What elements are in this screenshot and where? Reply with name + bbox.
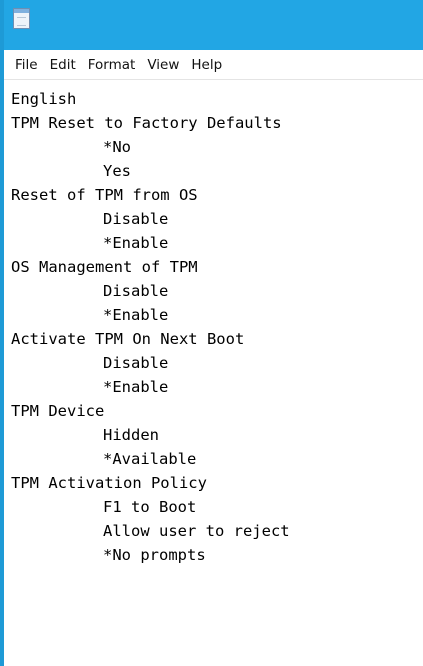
menu-format[interactable]: Format bbox=[82, 52, 142, 78]
option-line: Disable bbox=[103, 282, 169, 300]
option-line: Hidden bbox=[103, 426, 159, 444]
title-bar[interactable] bbox=[4, 0, 423, 50]
option-line: F1 to Boot bbox=[103, 498, 197, 516]
setting-line: TPM Activation Policy bbox=[11, 474, 207, 492]
setting-line: English bbox=[11, 90, 77, 108]
option-line: Allow user to reject bbox=[103, 522, 290, 540]
option-line: *Enable bbox=[103, 234, 169, 252]
option-line: Disable bbox=[103, 210, 169, 228]
text-editor-area[interactable]: English TPM Reset to Factory Defaults *No Y… bbox=[4, 81, 423, 666]
menu-file[interactable]: File bbox=[9, 52, 44, 78]
option-line: *Enable bbox=[103, 306, 169, 324]
option-line: Yes bbox=[103, 162, 131, 180]
notepad-icon[interactable] bbox=[13, 8, 30, 29]
setting-line: Activate TPM On Next Boot bbox=[11, 330, 245, 348]
option-line: *No prompts bbox=[103, 546, 206, 564]
notepad-window: File Edit Format View Help English TPM Re… bbox=[0, 0, 423, 666]
setting-line: TPM Device bbox=[11, 402, 105, 420]
option-line: *Available bbox=[103, 450, 197, 468]
menu-view[interactable]: View bbox=[141, 52, 185, 78]
menu-bar: File Edit Format View Help bbox=[4, 50, 423, 80]
setting-line: Reset of TPM from OS bbox=[11, 186, 198, 204]
setting-line: OS Management of TPM bbox=[11, 258, 198, 276]
setting-line: TPM Reset to Factory Defaults bbox=[11, 114, 282, 132]
menu-edit[interactable]: Edit bbox=[44, 52, 82, 78]
option-line: *No bbox=[103, 138, 131, 156]
option-line: *Enable bbox=[103, 378, 169, 396]
option-line: Disable bbox=[103, 354, 169, 372]
menu-help[interactable]: Help bbox=[185, 52, 228, 78]
